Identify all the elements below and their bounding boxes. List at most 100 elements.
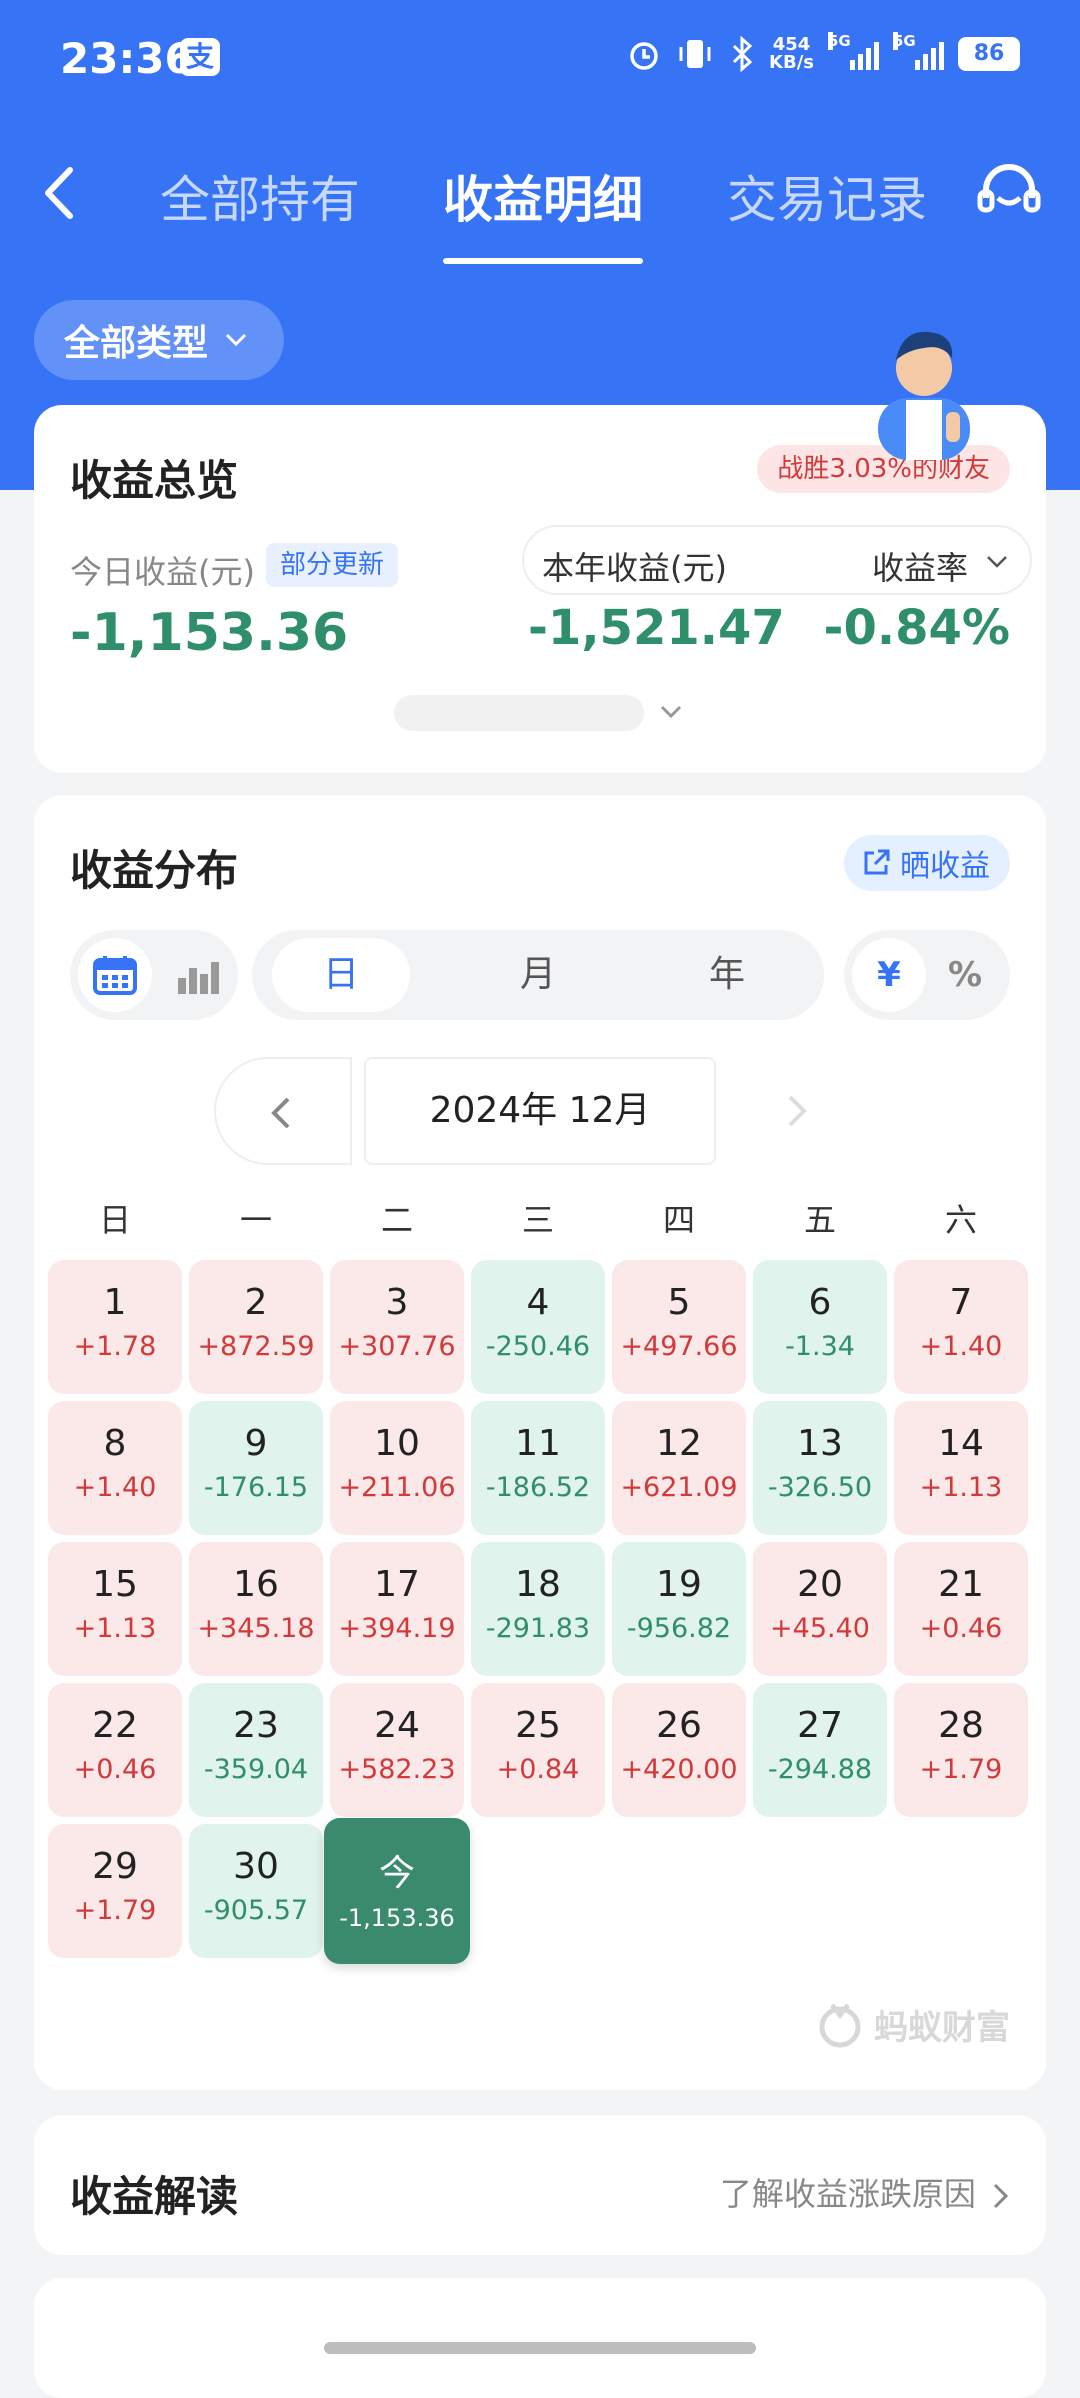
day-earnings: -294.88 [767, 1754, 873, 1785]
day-number: 11 [515, 1423, 561, 1464]
calendar-day-cell[interactable]: 30 -905.57 [189, 1824, 323, 1958]
prev-month-button[interactable] [214, 1057, 352, 1165]
day-earnings: -956.82 [626, 1613, 732, 1644]
distribution-title: 收益分布 [70, 846, 239, 895]
calendar-day-cell[interactable]: 23 -359.04 [189, 1683, 323, 1817]
calendar-day-cell[interactable]: 20 +45.40 [753, 1542, 887, 1676]
calendar-day-cell[interactable]: 15 +1.13 [48, 1542, 182, 1676]
calendar-icon [93, 956, 137, 995]
calendar-day-cell[interactable]: 7 +1.40 [894, 1260, 1028, 1394]
day-number: 25 [515, 1705, 561, 1746]
alipay-icon: 支 [180, 38, 220, 76]
calendar-day-cell[interactable]: 11 -186.52 [471, 1401, 605, 1535]
day-earnings: +1.79 [919, 1754, 1003, 1785]
expand-chevron-icon[interactable] [656, 697, 686, 727]
customer-service-icon[interactable] [974, 158, 1044, 228]
back-icon[interactable] [36, 158, 86, 228]
calendar-day-cell[interactable]: 25 +0.84 [471, 1683, 605, 1817]
interpretation-link[interactable]: 了解收益涨跌原因 [720, 2169, 1010, 2215]
day-number: 21 [938, 1564, 984, 1605]
calendar-day-cell[interactable]: 27 -294.88 [753, 1683, 887, 1817]
day-earnings: +0.46 [73, 1754, 157, 1785]
calendar-day-cell[interactable]: 14 +1.13 [894, 1401, 1028, 1535]
current-month-label[interactable]: 2024年 12月 [364, 1057, 716, 1165]
watermark-text: 蚂蚁财富 [874, 2008, 1010, 2048]
period-day-button[interactable]: 日 [272, 938, 410, 1012]
calendar-day-cell[interactable]: 1 +1.78 [48, 1260, 182, 1394]
chevron-right-icon [993, 2183, 1009, 2209]
tab-transactions[interactable]: 交易记录 [727, 160, 927, 232]
day-earnings: -1.34 [785, 1331, 855, 1362]
return-rate-value: -0.84% [823, 600, 1010, 656]
day-number: 14 [938, 1423, 984, 1464]
calendar-day-cell[interactable]: 9 -176.15 [189, 1401, 323, 1535]
bar-chart-view-button[interactable] [166, 938, 230, 1012]
day-earnings: +1.79 [73, 1895, 157, 1926]
partial-update-badge[interactable]: 部分更新 [266, 543, 399, 587]
calendar-day-cell[interactable]: 19 -956.82 [612, 1542, 746, 1676]
calendar-day-cell[interactable]: 28 +1.79 [894, 1683, 1028, 1817]
top-navigation: 全部持有 收益明细 交易记录 [0, 130, 1080, 264]
calendar-day-cell[interactable]: 4 -250.46 [471, 1260, 605, 1394]
unit-percent-button[interactable]: % [928, 938, 1002, 1012]
home-indicator[interactable] [324, 2342, 756, 2354]
calendar-day-cell[interactable]: 24 +582.23 [330, 1683, 464, 1817]
day-number: 13 [797, 1423, 843, 1464]
today-earnings-value: -1,153.36 [70, 603, 349, 663]
period-selector: 日 月 年 [252, 930, 824, 1020]
calendar-day-cell[interactable]: 21 +0.46 [894, 1542, 1028, 1676]
day-earnings: -176.15 [203, 1472, 309, 1503]
day-number: 今 [378, 1853, 415, 1894]
next-month-button[interactable] [730, 1057, 868, 1165]
type-filter-label: 全部类型 [64, 323, 209, 364]
day-earnings: +1.40 [73, 1472, 157, 1503]
battery-icon: 86 [958, 37, 1020, 71]
weekday-fri: 五 [803, 1201, 836, 1239]
day-number: 8 [103, 1423, 127, 1464]
calendar-day-cell[interactable]: 3 +307.76 [330, 1260, 464, 1394]
year-earnings-value: -1,521.47 [528, 600, 785, 656]
day-earnings: +1.13 [919, 1472, 1003, 1503]
calendar-day-cell[interactable]: 13 -326.50 [753, 1401, 887, 1535]
calendar-day-cell[interactable]: 22 +0.46 [48, 1683, 182, 1817]
calendar-day-cell[interactable]: 2 +872.59 [189, 1260, 323, 1394]
day-earnings: +1.40 [919, 1331, 1003, 1362]
calendar-day-cell[interactable]: 5 +497.66 [612, 1260, 746, 1394]
share-earnings-button[interactable]: 晒收益 [844, 835, 1010, 891]
tab-earnings-detail[interactable]: 收益明细 [443, 160, 643, 264]
day-earnings: +45.40 [770, 1613, 870, 1644]
calendar-day-cell[interactable]: 16 +345.18 [189, 1542, 323, 1676]
calendar-day-today[interactable]: 今 -1,153.36 [324, 1818, 470, 1964]
type-filter-dropdown[interactable]: 全部类型 [34, 300, 285, 380]
earnings-distribution-card: 收益分布 晒收益 日 月 年 ¥ % 2024年 12月 日 一 二 三 四 五… [34, 795, 1046, 2090]
period-month-button[interactable]: 月 [469, 938, 607, 1012]
calendar-day-cell[interactable]: 12 +621.09 [612, 1401, 746, 1535]
calendar-day-cell[interactable]: 29 +1.79 [48, 1824, 182, 1958]
calendar-view-button[interactable] [78, 938, 152, 1012]
tab-all-holdings[interactable]: 全部持有 [160, 160, 360, 232]
calendar-day-cell[interactable]: 26 +420.00 [612, 1683, 746, 1817]
calendar-day-cell[interactable]: 17 +394.19 [330, 1542, 464, 1676]
weekday-wed: 三 [521, 1201, 554, 1239]
period-year-button[interactable]: 年 [658, 938, 796, 1012]
weekday-mon: 一 [239, 1201, 272, 1239]
blurred-ad-strip [394, 695, 644, 731]
today-earnings-label: 今日收益(元) [70, 553, 255, 591]
alarm-icon [630, 42, 658, 70]
calendar-day-cell[interactable]: 8 +1.40 [48, 1401, 182, 1535]
calendar-day-cell[interactable]: 10 +211.06 [330, 1401, 464, 1535]
calendar-day-cell[interactable]: 18 -291.83 [471, 1542, 605, 1676]
day-earnings: +1.13 [73, 1613, 157, 1644]
calendar-day-cell[interactable]: 6 -1.34 [753, 1260, 887, 1394]
day-earnings: +420.00 [620, 1754, 738, 1785]
unit-amount-button[interactable]: ¥ [852, 938, 926, 1012]
return-rate-label[interactable]: 收益率 [872, 543, 968, 589]
weekday-tue: 二 [380, 1201, 413, 1239]
chevron-left-icon [271, 1097, 290, 1129]
share-earnings-label: 晒收益 [900, 849, 990, 884]
day-earnings: +211.06 [338, 1472, 456, 1503]
network-speed: 454 KB/s [769, 34, 814, 73]
earnings-interpretation-card[interactable]: 收益解读 了解收益涨跌原因 [34, 2115, 1046, 2255]
day-number: 19 [656, 1564, 702, 1605]
day-earnings: +1.78 [73, 1331, 157, 1362]
